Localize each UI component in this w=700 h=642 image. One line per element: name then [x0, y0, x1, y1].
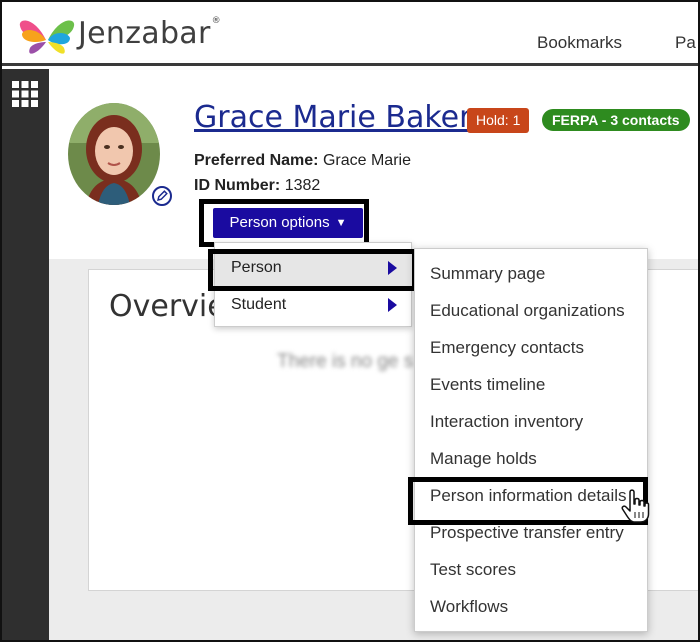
edit-photo-icon[interactable]: [152, 186, 172, 206]
highlight-outline: [408, 477, 648, 525]
id-number-line: ID Number: 1382: [194, 177, 320, 195]
highlight-outline: [208, 249, 417, 291]
preferred-name-label: Preferred Name:: [194, 152, 319, 169]
jenzabar-butterfly-logo-icon[interactable]: [16, 14, 78, 60]
person-name-link[interactable]: Grace Marie Baker: [194, 100, 471, 135]
caret-down-icon: ▼: [335, 217, 347, 229]
id-number-value: 1382: [284, 177, 321, 194]
avatar[interactable]: [68, 103, 160, 205]
left-rail: [2, 69, 49, 640]
person-options-button[interactable]: Person options ▼: [213, 208, 363, 238]
preferred-name-line: Preferred Name: Grace Marie: [194, 152, 411, 170]
ferpa-badge[interactable]: FERPA - 3 contacts: [542, 109, 690, 131]
nav-bookmarks[interactable]: Bookmarks: [537, 33, 622, 53]
submenu-item-emergency-contacts[interactable]: Emergency contacts: [415, 329, 649, 366]
submenu-item-educational-organizations[interactable]: Educational organizations: [415, 292, 649, 329]
top-header: Jenzabar® Bookmarks Pa: [2, 2, 698, 66]
submenu-item-events-timeline[interactable]: Events timeline: [415, 366, 649, 403]
hand-pointer-cursor-icon: [621, 489, 650, 523]
submenu-item-manage-holds[interactable]: Manage holds: [415, 440, 649, 477]
brand-wordmark[interactable]: Jenzabar®: [78, 16, 221, 51]
hold-badge[interactable]: Hold: 1: [467, 108, 530, 133]
id-number-label: ID Number:: [194, 177, 281, 194]
submenu-item-workflows[interactable]: Workflows: [415, 588, 649, 625]
apps-grid-icon[interactable]: [12, 81, 38, 107]
submenu-item-summary-page[interactable]: Summary page: [415, 255, 649, 292]
menu-item-student[interactable]: Student: [215, 286, 413, 323]
nav-pages[interactable]: Pa: [675, 33, 696, 53]
overview-title: Overvie: [109, 289, 226, 324]
person-submenu: Summary page Educational organizations E…: [414, 248, 648, 632]
submenu-item-interaction-inventory[interactable]: Interaction inventory: [415, 403, 649, 440]
submenu-arrow-icon: [388, 298, 397, 312]
submenu-item-test-scores[interactable]: Test scores: [415, 551, 649, 588]
person-options-label: Person options: [229, 214, 330, 231]
preferred-name-value: Grace Marie: [322, 152, 411, 169]
menu-item-label: Student: [231, 296, 287, 313]
app-window: Jenzabar® Bookmarks Pa Grace Marie Baker…: [0, 0, 700, 642]
